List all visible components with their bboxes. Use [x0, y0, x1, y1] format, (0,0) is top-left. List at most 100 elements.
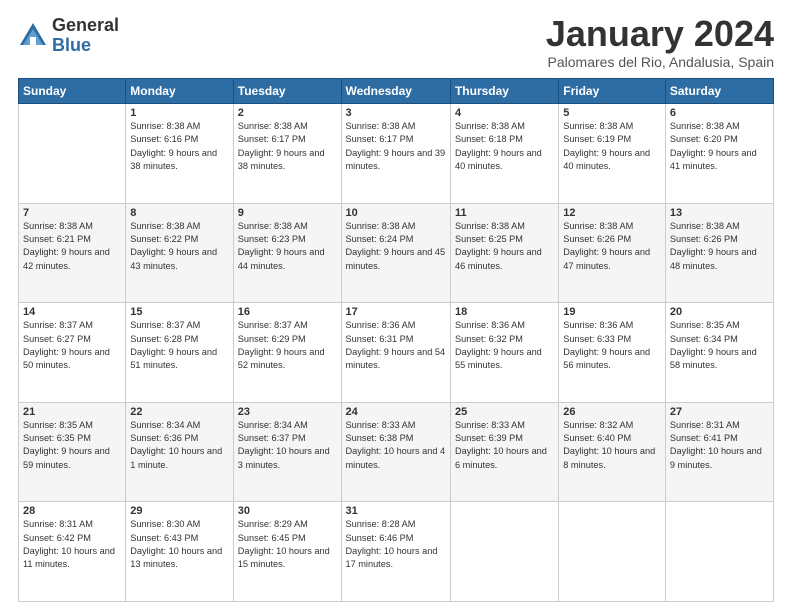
day-cell: 25Sunrise: 8:33 AM Sunset: 6:39 PM Dayli…	[450, 402, 558, 502]
day-cell: 1Sunrise: 8:38 AM Sunset: 6:16 PM Daylig…	[126, 104, 233, 204]
day-cell: 31Sunrise: 8:28 AM Sunset: 6:46 PM Dayli…	[341, 502, 450, 602]
logo-general: General	[52, 16, 119, 36]
day-info: Sunrise: 8:33 AM Sunset: 6:38 PM Dayligh…	[346, 419, 446, 472]
day-cell: 22Sunrise: 8:34 AM Sunset: 6:36 PM Dayli…	[126, 402, 233, 502]
col-monday: Monday	[126, 79, 233, 104]
day-number: 18	[455, 306, 554, 318]
day-cell: 23Sunrise: 8:34 AM Sunset: 6:37 PM Dayli…	[233, 402, 341, 502]
day-number: 12	[563, 207, 661, 219]
day-cell: 6Sunrise: 8:38 AM Sunset: 6:20 PM Daylig…	[665, 104, 773, 204]
day-cell: 2Sunrise: 8:38 AM Sunset: 6:17 PM Daylig…	[233, 104, 341, 204]
day-cell: 12Sunrise: 8:38 AM Sunset: 6:26 PM Dayli…	[559, 203, 666, 303]
day-number: 24	[346, 406, 446, 418]
week-row-5: 28Sunrise: 8:31 AM Sunset: 6:42 PM Dayli…	[19, 502, 774, 602]
logo-icon	[18, 21, 48, 51]
day-number: 20	[670, 306, 769, 318]
day-cell: 13Sunrise: 8:38 AM Sunset: 6:26 PM Dayli…	[665, 203, 773, 303]
day-cell: 3Sunrise: 8:38 AM Sunset: 6:17 PM Daylig…	[341, 104, 450, 204]
day-info: Sunrise: 8:38 AM Sunset: 6:17 PM Dayligh…	[238, 120, 337, 173]
calendar-header-row: Sunday Monday Tuesday Wednesday Thursday…	[19, 79, 774, 104]
day-cell: 29Sunrise: 8:30 AM Sunset: 6:43 PM Dayli…	[126, 502, 233, 602]
day-cell: 24Sunrise: 8:33 AM Sunset: 6:38 PM Dayli…	[341, 402, 450, 502]
day-cell	[19, 104, 126, 204]
day-number: 14	[23, 306, 121, 318]
day-info: Sunrise: 8:38 AM Sunset: 6:24 PM Dayligh…	[346, 220, 446, 273]
day-info: Sunrise: 8:32 AM Sunset: 6:40 PM Dayligh…	[563, 419, 661, 472]
day-info: Sunrise: 8:33 AM Sunset: 6:39 PM Dayligh…	[455, 419, 554, 472]
day-cell: 15Sunrise: 8:37 AM Sunset: 6:28 PM Dayli…	[126, 303, 233, 403]
day-number: 1	[130, 107, 228, 119]
day-info: Sunrise: 8:31 AM Sunset: 6:42 PM Dayligh…	[23, 518, 121, 571]
calendar-table: Sunday Monday Tuesday Wednesday Thursday…	[18, 78, 774, 602]
day-number: 17	[346, 306, 446, 318]
day-number: 2	[238, 107, 337, 119]
day-cell: 26Sunrise: 8:32 AM Sunset: 6:40 PM Dayli…	[559, 402, 666, 502]
title-block: January 2024 Palomares del Rio, Andalusi…	[546, 16, 774, 70]
day-cell: 16Sunrise: 8:37 AM Sunset: 6:29 PM Dayli…	[233, 303, 341, 403]
day-info: Sunrise: 8:36 AM Sunset: 6:32 PM Dayligh…	[455, 319, 554, 372]
day-info: Sunrise: 8:29 AM Sunset: 6:45 PM Dayligh…	[238, 518, 337, 571]
day-cell: 27Sunrise: 8:31 AM Sunset: 6:41 PM Dayli…	[665, 402, 773, 502]
day-info: Sunrise: 8:34 AM Sunset: 6:37 PM Dayligh…	[238, 419, 337, 472]
day-info: Sunrise: 8:36 AM Sunset: 6:31 PM Dayligh…	[346, 319, 446, 372]
day-cell	[665, 502, 773, 602]
week-row-4: 21Sunrise: 8:35 AM Sunset: 6:35 PM Dayli…	[19, 402, 774, 502]
day-number: 27	[670, 406, 769, 418]
day-info: Sunrise: 8:36 AM Sunset: 6:33 PM Dayligh…	[563, 319, 661, 372]
day-number: 23	[238, 406, 337, 418]
day-cell	[450, 502, 558, 602]
day-info: Sunrise: 8:37 AM Sunset: 6:28 PM Dayligh…	[130, 319, 228, 372]
day-number: 10	[346, 207, 446, 219]
day-cell: 10Sunrise: 8:38 AM Sunset: 6:24 PM Dayli…	[341, 203, 450, 303]
month-title: January 2024	[546, 16, 774, 52]
day-info: Sunrise: 8:38 AM Sunset: 6:18 PM Dayligh…	[455, 120, 554, 173]
day-number: 15	[130, 306, 228, 318]
day-number: 16	[238, 306, 337, 318]
logo-blue: Blue	[52, 36, 119, 56]
day-info: Sunrise: 8:38 AM Sunset: 6:23 PM Dayligh…	[238, 220, 337, 273]
day-info: Sunrise: 8:30 AM Sunset: 6:43 PM Dayligh…	[130, 518, 228, 571]
day-info: Sunrise: 8:38 AM Sunset: 6:25 PM Dayligh…	[455, 220, 554, 273]
day-cell: 5Sunrise: 8:38 AM Sunset: 6:19 PM Daylig…	[559, 104, 666, 204]
day-cell: 19Sunrise: 8:36 AM Sunset: 6:33 PM Dayli…	[559, 303, 666, 403]
page: General Blue January 2024 Palomares del …	[0, 0, 792, 612]
col-sunday: Sunday	[19, 79, 126, 104]
day-cell: 14Sunrise: 8:37 AM Sunset: 6:27 PM Dayli…	[19, 303, 126, 403]
day-info: Sunrise: 8:31 AM Sunset: 6:41 PM Dayligh…	[670, 419, 769, 472]
day-number: 29	[130, 505, 228, 517]
col-saturday: Saturday	[665, 79, 773, 104]
location-subtitle: Palomares del Rio, Andalusia, Spain	[546, 54, 774, 70]
logo-text: General Blue	[52, 16, 119, 56]
day-info: Sunrise: 8:38 AM Sunset: 6:16 PM Dayligh…	[130, 120, 228, 173]
week-row-1: 1Sunrise: 8:38 AM Sunset: 6:16 PM Daylig…	[19, 104, 774, 204]
day-number: 8	[130, 207, 228, 219]
day-number: 21	[23, 406, 121, 418]
col-thursday: Thursday	[450, 79, 558, 104]
day-cell: 11Sunrise: 8:38 AM Sunset: 6:25 PM Dayli…	[450, 203, 558, 303]
col-wednesday: Wednesday	[341, 79, 450, 104]
day-info: Sunrise: 8:37 AM Sunset: 6:27 PM Dayligh…	[23, 319, 121, 372]
day-number: 30	[238, 505, 337, 517]
day-number: 25	[455, 406, 554, 418]
col-friday: Friday	[559, 79, 666, 104]
day-cell: 4Sunrise: 8:38 AM Sunset: 6:18 PM Daylig…	[450, 104, 558, 204]
day-cell: 7Sunrise: 8:38 AM Sunset: 6:21 PM Daylig…	[19, 203, 126, 303]
day-cell: 9Sunrise: 8:38 AM Sunset: 6:23 PM Daylig…	[233, 203, 341, 303]
day-number: 22	[130, 406, 228, 418]
day-number: 6	[670, 107, 769, 119]
day-info: Sunrise: 8:38 AM Sunset: 6:22 PM Dayligh…	[130, 220, 228, 273]
header: General Blue January 2024 Palomares del …	[18, 16, 774, 70]
day-number: 7	[23, 207, 121, 219]
day-info: Sunrise: 8:35 AM Sunset: 6:34 PM Dayligh…	[670, 319, 769, 372]
week-row-3: 14Sunrise: 8:37 AM Sunset: 6:27 PM Dayli…	[19, 303, 774, 403]
day-info: Sunrise: 8:38 AM Sunset: 6:26 PM Dayligh…	[670, 220, 769, 273]
day-info: Sunrise: 8:38 AM Sunset: 6:21 PM Dayligh…	[23, 220, 121, 273]
day-info: Sunrise: 8:37 AM Sunset: 6:29 PM Dayligh…	[238, 319, 337, 372]
day-info: Sunrise: 8:38 AM Sunset: 6:26 PM Dayligh…	[563, 220, 661, 273]
day-number: 9	[238, 207, 337, 219]
logo: General Blue	[18, 16, 119, 56]
day-number: 3	[346, 107, 446, 119]
day-number: 31	[346, 505, 446, 517]
day-info: Sunrise: 8:28 AM Sunset: 6:46 PM Dayligh…	[346, 518, 446, 571]
day-number: 26	[563, 406, 661, 418]
